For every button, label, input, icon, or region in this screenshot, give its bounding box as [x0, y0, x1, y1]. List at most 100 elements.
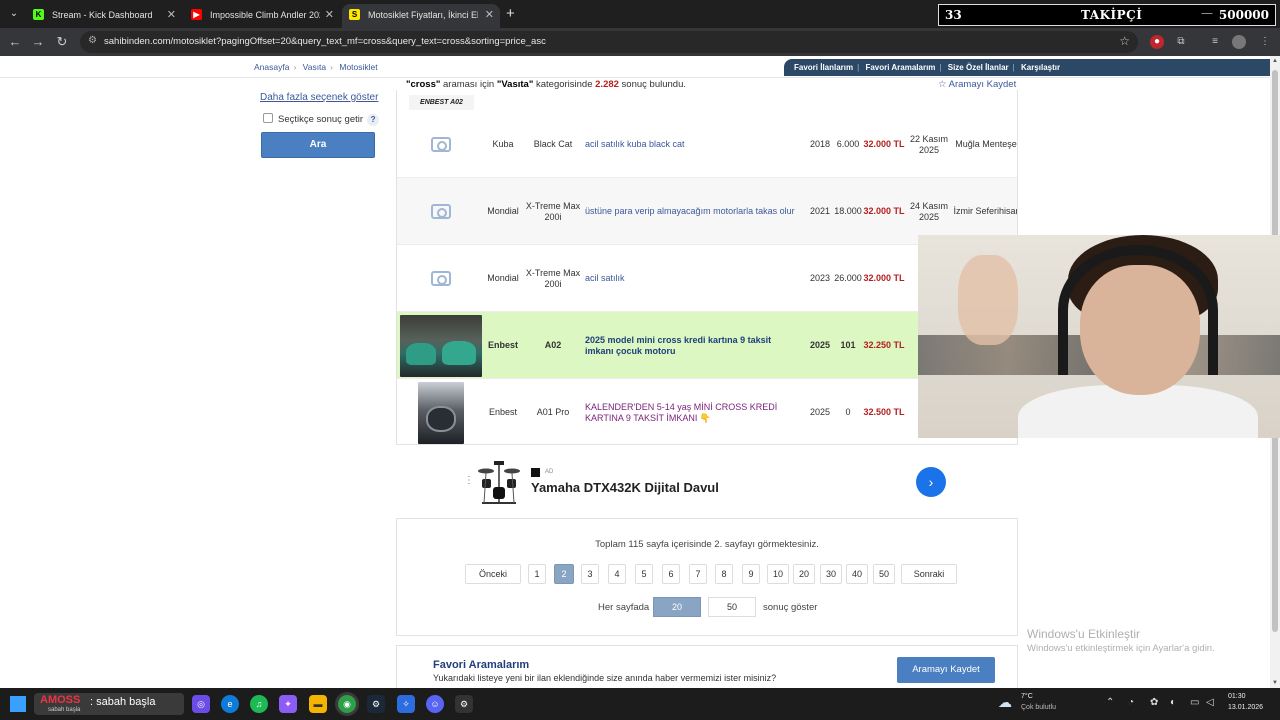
page-button[interactable]: 20 [793, 564, 815, 584]
start-icon[interactable] [10, 696, 26, 712]
ad-options-icon[interactable]: ⋮ [464, 475, 474, 486]
app-icon[interactable]: ◎ [192, 695, 210, 713]
listing-title-link[interactable]: acil satılık [585, 245, 803, 312]
extension-icon[interactable]: ● [1150, 35, 1164, 49]
page-button[interactable]: 1 [528, 564, 546, 584]
tab-kick-dashboard[interactable]: K Stream - Kick Dashboard ✕ [26, 4, 182, 28]
save-search-button[interactable]: Aramayı Kaydet [897, 657, 995, 683]
listing-image[interactable] [399, 178, 483, 245]
new-tab-button[interactable]: + [506, 4, 515, 24]
folder-icon[interactable]: ▬ [309, 695, 327, 713]
weather-icon[interactable]: ☁ [998, 694, 1012, 711]
search-button[interactable]: Ara [261, 132, 375, 158]
page-button[interactable]: 10 [767, 564, 789, 584]
scroll-up-icon[interactable]: ▲ [1270, 58, 1280, 64]
close-icon[interactable]: ✕ [325, 4, 334, 26]
steam-icon[interactable]: ⚙ [367, 695, 385, 713]
listing-image[interactable] [399, 245, 483, 312]
tab-search-icon[interactable]: ⌄ [6, 6, 22, 22]
listing-thumbnail-partial[interactable]: ENBEST A02 [409, 95, 474, 110]
app-tray-icon[interactable]: ✿ [1150, 697, 1158, 708]
page-button[interactable]: 7 [689, 564, 707, 584]
profile-avatar[interactable] [1232, 35, 1246, 49]
page-button[interactable]: 6 [662, 564, 680, 584]
advertisement[interactable]: ⋮ AD Yamaha DTX432K Dijital Davul › [464, 451, 950, 511]
tab-youtube[interactable]: ▶ Impossible Climb Andler 2025 ✕ [184, 4, 340, 28]
page-button[interactable]: 50 [873, 564, 895, 584]
link-favori-aramalarim[interactable]: Favori Aramalarım [865, 63, 935, 72]
listing-image[interactable] [399, 111, 483, 178]
page-button[interactable]: 9 [742, 564, 760, 584]
km-cell: 101 [840, 340, 856, 351]
page-button[interactable]: 5 [635, 564, 653, 584]
listing-image[interactable] [399, 379, 483, 444]
more-options-link[interactable]: Daha fazla seçenek göster [260, 92, 378, 103]
extensions-puzzle-icon[interactable]: ⧉ [1174, 35, 1188, 49]
widget-text: : sabah başla [90, 696, 156, 708]
result-summary: "cross" araması için "Vasıta" kategorisi… [406, 79, 686, 90]
spotify-icon[interactable]: ♫ [250, 695, 268, 713]
monitor-icon[interactable]: ▭ [1190, 697, 1199, 708]
next-page-button[interactable]: Sonraki [901, 564, 957, 584]
forward-icon[interactable]: → [30, 34, 46, 50]
site-info-icon[interactable]: ⚙ [88, 35, 97, 46]
price-cell: 32.000 TL [863, 139, 905, 150]
listing-title-link[interactable]: 2025 model mini cross kredi kartına 9 ta… [585, 312, 803, 379]
app-icon[interactable]: ✦ [279, 695, 297, 713]
app-tray-icon[interactable]: ◐ [1170, 697, 1176, 708]
save-search-link[interactable]: ☆ Aramayı Kaydet [938, 79, 1016, 90]
km-cell: 26.000 [834, 273, 862, 284]
network-icon[interactable]: ◔ [1128, 697, 1134, 708]
chrome-icon[interactable]: ◉ [338, 695, 356, 713]
page-button-current[interactable]: 2 [554, 564, 574, 584]
edge-icon[interactable]: e [221, 695, 239, 713]
favorite-searches-description: Yukarıdaki listeye yeni bir ilan eklendi… [433, 673, 777, 683]
model-cell: A02 [544, 340, 562, 351]
page-button[interactable]: 40 [846, 564, 868, 584]
page-button[interactable]: 3 [581, 564, 599, 584]
page-button[interactable]: 30 [820, 564, 842, 584]
close-icon[interactable]: ✕ [167, 4, 176, 26]
bookmark-star-icon[interactable]: ☆ [1119, 34, 1130, 48]
volume-icon[interactable]: ◁ [1206, 697, 1214, 708]
chevron-right-icon[interactable]: › [916, 467, 946, 497]
breadcrumb-home[interactable]: Anasayfa [254, 62, 289, 72]
listing-title-link[interactable]: üstüne para verip almayacağım motorlarla… [585, 178, 803, 245]
close-icon[interactable]: ✕ [485, 4, 494, 26]
link-karsilastir[interactable]: Karşılaştır [1021, 63, 1060, 72]
listing-title-link[interactable]: KALENDER'DEN 5-14 yaş MİNİ CROSS KREDİ K… [585, 379, 803, 444]
prev-page-button[interactable]: Önceki [465, 564, 521, 584]
reload-icon[interactable]: ↻ [54, 34, 70, 50]
auto-results-checkbox[interactable] [263, 113, 273, 123]
media-control-icon[interactable]: ≡ [1208, 35, 1222, 49]
year-cell: 2021 [809, 206, 831, 217]
app-icon[interactable]: ⚙ [455, 695, 473, 713]
result-count: 2.282 [595, 79, 619, 90]
menu-dots-icon[interactable]: ⋮ [1258, 35, 1272, 49]
tab-sahibinden[interactable]: S Motosiklet Fiyatları, İkinci El ve ✕ [342, 4, 500, 28]
listing-image[interactable] [399, 312, 483, 379]
model-cell: A01 Pro [536, 407, 570, 418]
breadcrumb-vasita[interactable]: Vasıta [303, 62, 326, 72]
app-icon[interactable]: ✧ [397, 695, 415, 713]
discord-icon[interactable]: ☺ [426, 695, 444, 713]
address-bar[interactable]: ⚙ sahibinden.com/motosiklet?pagingOffset… [80, 31, 1138, 53]
link-favori-ilanlarim[interactable]: Favori İlanlarım [794, 63, 853, 72]
page-button[interactable]: 4 [608, 564, 626, 584]
chevron-up-icon[interactable]: ⌃ [1106, 697, 1114, 708]
follower-goal-overlay: 33 TAKİPÇİ — 500000 [938, 4, 1276, 26]
table-row[interactable]: Kuba Black Cat acil satılık kuba black c… [397, 111, 1017, 178]
scroll-down-icon[interactable]: ▼ [1270, 680, 1280, 686]
help-icon[interactable]: ? [367, 114, 380, 126]
listing-title-link[interactable]: acil satılık kuba black cat [585, 111, 803, 178]
back-icon[interactable]: ← [7, 34, 23, 50]
per-page-20[interactable]: 20 [653, 597, 701, 617]
taskbar-widget[interactable]: AMOSS : sabah başla sabah başla [34, 693, 184, 715]
breadcrumb-motosiklet[interactable]: Motosiklet [339, 62, 377, 72]
page-button[interactable]: 8 [715, 564, 733, 584]
link-size-ozel[interactable]: Size Özel İlanlar [948, 63, 1009, 72]
per-page-50[interactable]: 50 [708, 597, 756, 617]
price-cell: 32.000 TL [863, 206, 905, 217]
minimize-icon[interactable]: — [1201, 6, 1213, 20]
ad-title[interactable]: Yamaha DTX432K Dijital Davul [531, 480, 719, 495]
